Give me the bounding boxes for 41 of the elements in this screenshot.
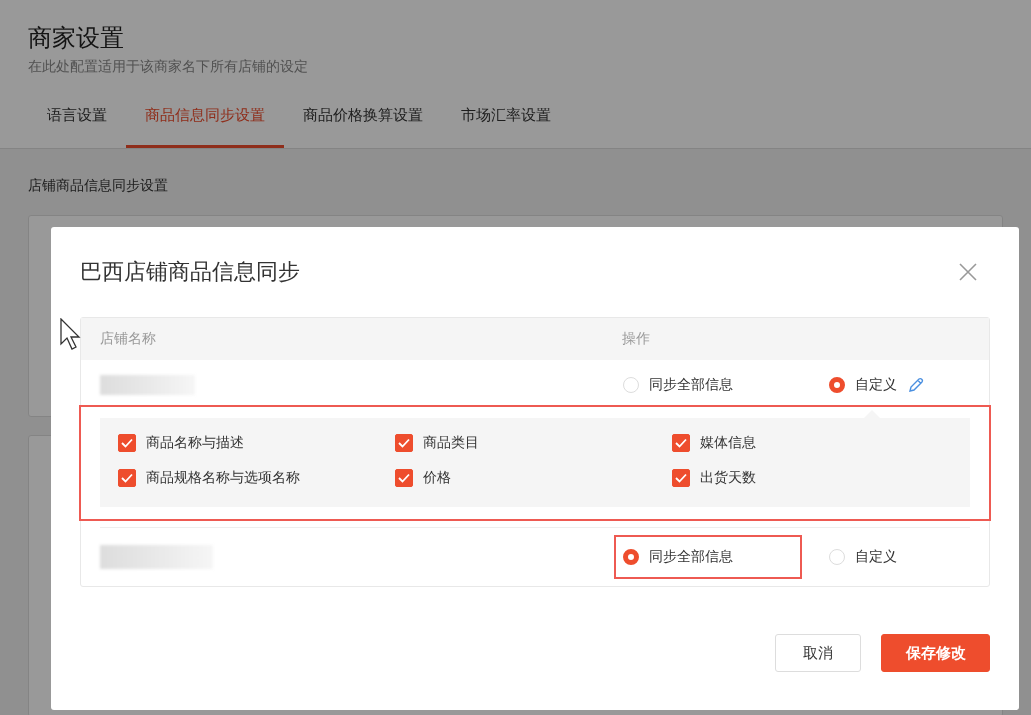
- check-icon: [398, 473, 410, 483]
- checkbox[interactable]: [395, 469, 413, 487]
- radio-option[interactable]: 自定义: [820, 535, 899, 579]
- tab[interactable]: 商品价格换算设置: [284, 94, 442, 148]
- radio-option[interactable]: 自定义: [820, 363, 927, 407]
- check-icon: [121, 438, 133, 448]
- radio-icon[interactable]: [623, 549, 639, 565]
- radio-option[interactable]: 同步全部信息: [614, 535, 802, 579]
- cancel-button[interactable]: 取消: [775, 634, 861, 672]
- checkbox[interactable]: [395, 434, 413, 452]
- checkbox-label: 出货天数: [700, 469, 756, 487]
- radio-icon[interactable]: [829, 377, 845, 393]
- section-title: 店铺商品信息同步设置: [27, 176, 169, 195]
- checkbox-label: 媒体信息: [700, 434, 756, 452]
- checkbox[interactable]: [118, 434, 136, 452]
- radio-option[interactable]: 同步全部信息: [614, 363, 802, 407]
- column-header: 店铺名称: [99, 330, 157, 348]
- tab[interactable]: 语言设置: [28, 94, 126, 148]
- radio-label: 同步全部信息: [649, 376, 733, 394]
- check-icon: [675, 473, 687, 483]
- radio-label: 自定义: [855, 548, 897, 566]
- save-button[interactable]: 保存修改: [881, 634, 990, 672]
- checkbox[interactable]: [672, 469, 690, 487]
- column-header: 操作: [622, 330, 650, 348]
- radio-label: 自定义: [855, 376, 897, 394]
- pencil-icon[interactable]: [907, 376, 925, 394]
- checkbox-label: 价格: [423, 469, 451, 487]
- close-icon[interactable]: [958, 262, 978, 282]
- check-icon: [121, 473, 133, 483]
- page-title: 商家设置: [28, 23, 125, 54]
- checkbox-label: 商品规格名称与选项名称: [146, 469, 300, 487]
- checkbox-label: 商品类目: [423, 434, 479, 452]
- checkbox[interactable]: [672, 434, 690, 452]
- radio-label: 同步全部信息: [649, 548, 733, 566]
- page-subtitle: 在此处配置适用于该商家名下所有店铺的设定: [28, 58, 309, 76]
- check-icon: [398, 438, 410, 448]
- checkbox-label: 商品名称与描述: [146, 434, 244, 452]
- dialog-title: 巴西店铺商品信息同步: [80, 258, 300, 286]
- tab[interactable]: 市场汇率设置: [442, 94, 570, 148]
- checkbox[interactable]: [118, 469, 136, 487]
- check-icon: [675, 438, 687, 448]
